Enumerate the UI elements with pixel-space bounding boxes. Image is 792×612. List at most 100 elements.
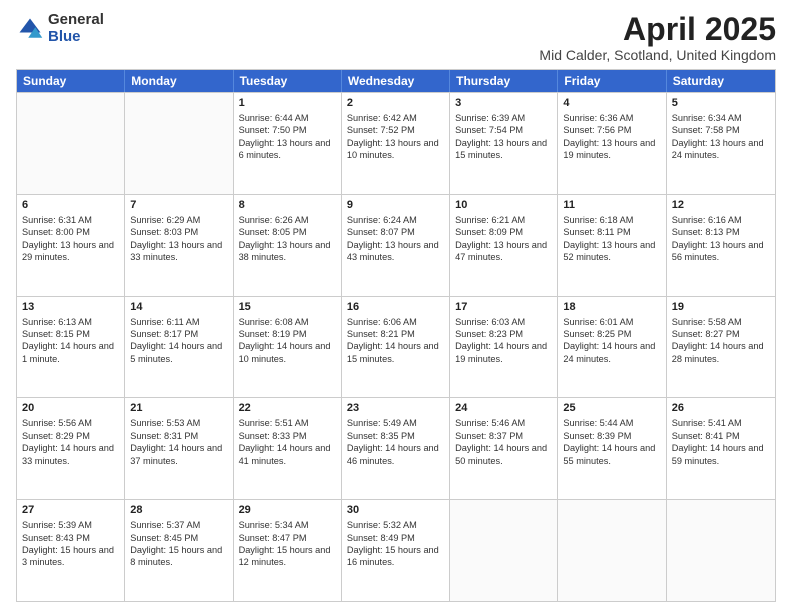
sunrise-text: Sunrise: 6:03 AM <box>455 317 525 327</box>
sunset-text: Sunset: 8:17 PM <box>130 329 198 339</box>
sunset-text: Sunset: 8:25 PM <box>563 329 631 339</box>
day-number: 4 <box>563 96 660 111</box>
daylight-text: Daylight: 14 hours and 55 minutes. <box>563 443 655 465</box>
sunrise-text: Sunrise: 5:37 AM <box>130 520 200 530</box>
sunrise-text: Sunrise: 6:08 AM <box>239 317 309 327</box>
logo-text: General Blue <box>48 12 104 45</box>
sunrise-text: Sunrise: 6:36 AM <box>563 113 633 123</box>
daylight-text: Daylight: 13 hours and 43 minutes. <box>347 240 439 262</box>
calendar-cell: 5Sunrise: 6:34 AMSunset: 7:58 PMDaylight… <box>667 93 775 194</box>
day-number: 9 <box>347 198 444 213</box>
sunset-text: Sunset: 8:27 PM <box>672 329 740 339</box>
sunrise-text: Sunrise: 5:44 AM <box>563 418 633 428</box>
calendar-week-5: 27Sunrise: 5:39 AMSunset: 8:43 PMDayligh… <box>17 499 775 601</box>
sunrise-text: Sunrise: 5:53 AM <box>130 418 200 428</box>
calendar-cell: 14Sunrise: 6:11 AMSunset: 8:17 PMDayligh… <box>125 297 233 398</box>
day-number: 5 <box>672 96 770 111</box>
calendar-cell <box>667 500 775 601</box>
sunrise-text: Sunrise: 5:49 AM <box>347 418 417 428</box>
sunset-text: Sunset: 8:15 PM <box>22 329 90 339</box>
daylight-text: Daylight: 14 hours and 41 minutes. <box>239 443 331 465</box>
day-number: 24 <box>455 401 552 416</box>
sunrise-text: Sunrise: 6:31 AM <box>22 215 92 225</box>
day-number: 3 <box>455 96 552 111</box>
sunrise-text: Sunrise: 5:39 AM <box>22 520 92 530</box>
sunrise-text: Sunrise: 6:11 AM <box>130 317 199 327</box>
page: General Blue April 2025 Mid Calder, Scot… <box>0 0 792 612</box>
sunset-text: Sunset: 8:11 PM <box>563 227 630 237</box>
day-number: 19 <box>672 300 770 315</box>
sunrise-text: Sunrise: 5:34 AM <box>239 520 309 530</box>
calendar: SundayMondayTuesdayWednesdayThursdayFrid… <box>16 69 776 602</box>
calendar-header-monday: Monday <box>125 70 233 92</box>
day-number: 15 <box>239 300 336 315</box>
title-location: Mid Calder, Scotland, United Kingdom <box>539 47 776 63</box>
sunrise-text: Sunrise: 5:46 AM <box>455 418 525 428</box>
calendar-header-thursday: Thursday <box>450 70 558 92</box>
calendar-cell: 4 Sunrise: 6:36 AM Sunset: 7:56 PM Daylight… <box>558 93 666 194</box>
calendar-cell: 19Sunrise: 5:58 AMSunset: 8:27 PMDayligh… <box>667 297 775 398</box>
daylight-text: Daylight: 13 hours and 19 minutes. <box>563 138 655 160</box>
day-number: 26 <box>672 401 770 416</box>
calendar-cell: 3Sunrise: 6:39 AMSunset: 7:54 PMDaylight… <box>450 93 558 194</box>
sunrise-text: Sunrise: 5:32 AM <box>347 520 417 530</box>
calendar-cell: 23Sunrise: 5:49 AMSunset: 8:35 PMDayligh… <box>342 398 450 499</box>
sunset-text: Sunset: 8:09 PM <box>455 227 523 237</box>
calendar-cell: 15Sunrise: 6:08 AMSunset: 8:19 PMDayligh… <box>234 297 342 398</box>
sunset-text: Sunset: 7:50 PM <box>239 125 307 135</box>
sunset-text: Sunset: 8:47 PM <box>239 533 307 543</box>
day-number: 23 <box>347 401 444 416</box>
sunrise-text: Sunrise: 6:21 AM <box>455 215 525 225</box>
sunset-text: Sunset: 7:56 PM <box>563 125 631 135</box>
title-month: April 2025 <box>539 12 776 47</box>
day-number: 25 <box>563 401 660 416</box>
day-number: 8 <box>239 198 336 213</box>
daylight-text: Daylight: 14 hours and 46 minutes. <box>347 443 439 465</box>
calendar-week-2: 6 Sunrise: 6:31 AM Sunset: 8:00 PM Daylight… <box>17 194 775 296</box>
calendar-cell <box>558 500 666 601</box>
sunset-text: Sunset: 8:39 PM <box>563 431 631 441</box>
day-number: 27 <box>22 503 119 518</box>
daylight-text: Daylight: 14 hours and 5 minutes. <box>130 341 222 363</box>
calendar-cell: 10Sunrise: 6:21 AMSunset: 8:09 PMDayligh… <box>450 195 558 296</box>
calendar-cell: 1Sunrise: 6:44 AMSunset: 7:50 PMDaylight… <box>234 93 342 194</box>
day-number: 11 <box>563 198 660 213</box>
calendar-header-wednesday: Wednesday <box>342 70 450 92</box>
day-number: 28 <box>130 503 227 518</box>
sunrise-text: Sunrise: 6:26 AM <box>239 215 309 225</box>
day-number: 18 <box>563 300 660 315</box>
calendar-cell: 24Sunrise: 5:46 AMSunset: 8:37 PMDayligh… <box>450 398 558 499</box>
sunrise-text: Sunrise: 6:13 AM <box>22 317 92 327</box>
daylight-text: Daylight: 14 hours and 24 minutes. <box>563 341 655 363</box>
day-number: 2 <box>347 96 444 111</box>
day-number: 7 <box>130 198 227 213</box>
calendar-cell: 9 Sunrise: 6:24 AM Sunset: 8:07 PM Daylight… <box>342 195 450 296</box>
logo-general: General <box>48 12 104 29</box>
calendar-header-tuesday: Tuesday <box>234 70 342 92</box>
daylight-text: Daylight: 14 hours and 28 minutes. <box>672 341 764 363</box>
sunrise-text: Sunrise: 6:29 AM <box>130 215 200 225</box>
sunset-text: Sunset: 8:07 PM <box>347 227 415 237</box>
day-number: 30 <box>347 503 444 518</box>
sunset-text: Sunset: 8:21 PM <box>347 329 415 339</box>
calendar-week-4: 20Sunrise: 5:56 AMSunset: 8:29 PMDayligh… <box>17 397 775 499</box>
day-number: 6 <box>22 198 119 213</box>
calendar-cell: 17Sunrise: 6:03 AMSunset: 8:23 PMDayligh… <box>450 297 558 398</box>
header: General Blue April 2025 Mid Calder, Scot… <box>16 12 776 63</box>
sunrise-text: Sunrise: 6:16 AM <box>672 215 742 225</box>
calendar-cell: 27Sunrise: 5:39 AMSunset: 8:43 PMDayligh… <box>17 500 125 601</box>
sunset-text: Sunset: 8:00 PM <box>22 227 90 237</box>
calendar-cell <box>450 500 558 601</box>
calendar-body: 1Sunrise: 6:44 AMSunset: 7:50 PMDaylight… <box>17 92 775 601</box>
calendar-cell: 26Sunrise: 5:41 AMSunset: 8:41 PMDayligh… <box>667 398 775 499</box>
sunrise-text: Sunrise: 6:24 AM <box>347 215 417 225</box>
daylight-text: Daylight: 15 hours and 12 minutes. <box>239 545 331 567</box>
daylight-text: Daylight: 13 hours and 33 minutes. <box>130 240 222 262</box>
calendar-header-friday: Friday <box>558 70 666 92</box>
calendar-cell: 20Sunrise: 5:56 AMSunset: 8:29 PMDayligh… <box>17 398 125 499</box>
calendar-week-3: 13Sunrise: 6:13 AMSunset: 8:15 PMDayligh… <box>17 296 775 398</box>
sunset-text: Sunset: 8:19 PM <box>239 329 307 339</box>
sunset-text: Sunset: 8:41 PM <box>672 431 740 441</box>
daylight-text: Daylight: 14 hours and 15 minutes. <box>347 341 439 363</box>
sunset-text: Sunset: 8:31 PM <box>130 431 198 441</box>
